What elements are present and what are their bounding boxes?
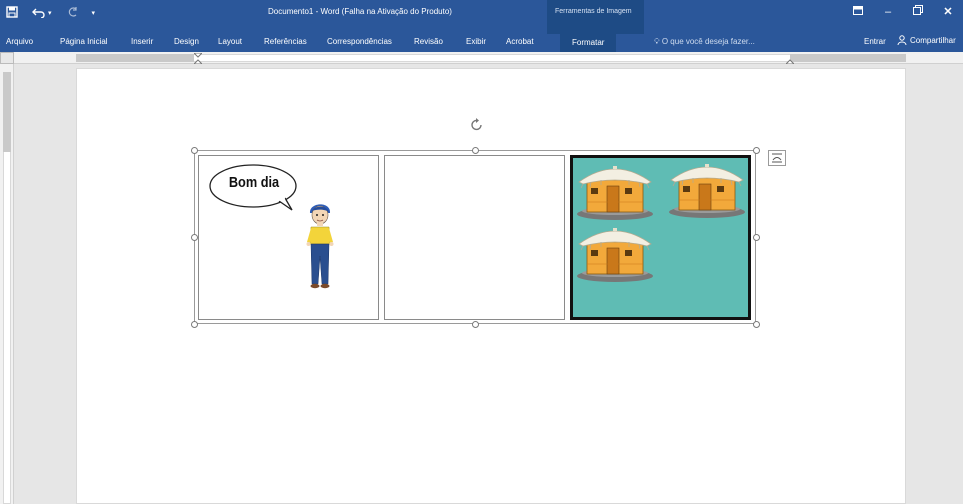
resize-handle-bottom-left[interactable]: [191, 321, 198, 328]
tab-formatar[interactable]: Formatar: [560, 34, 617, 52]
comic-panel-1[interactable]: Bom dia: [198, 155, 379, 320]
restore-icon[interactable]: [903, 2, 933, 22]
tell-me-placeholder: O que você deseja fazer...: [661, 37, 755, 46]
resize-handle-top-left[interactable]: [191, 147, 198, 154]
tab-revisao[interactable]: Revisão: [414, 37, 443, 46]
tab-referencias[interactable]: Referências: [264, 37, 307, 46]
undo-icon[interactable]: [32, 4, 46, 24]
resize-handle-top-right[interactable]: [753, 147, 760, 154]
context-tab-group-bg: [547, 0, 644, 34]
tab-exibir[interactable]: Exibir: [466, 37, 486, 46]
resize-handle-bottom[interactable]: [472, 321, 479, 328]
speech-bubble-text: Bom dia: [228, 174, 280, 191]
horizontal-ruler[interactable]: [0, 52, 963, 64]
tab-arquivo[interactable]: Arquivo: [6, 37, 33, 46]
rotate-handle-icon[interactable]: [470, 118, 484, 132]
hut-icon: [668, 163, 746, 219]
ruler-left-margin: [76, 54, 194, 62]
tab-selector[interactable]: [0, 52, 14, 64]
save-icon[interactable]: [6, 4, 18, 24]
resize-handle-bottom-right[interactable]: [753, 321, 760, 328]
hut-icon: [576, 165, 654, 221]
ribbon-tabs: Arquivo Página Inicial Inserir Design La…: [0, 34, 963, 52]
layout-options-icon: [772, 153, 782, 163]
hut-icon: [576, 227, 654, 283]
ruler-right-margin: [790, 54, 906, 62]
tab-layout[interactable]: Layout: [218, 37, 242, 46]
vertical-ruler[interactable]: [0, 64, 14, 504]
tab-pagina-inicial[interactable]: Página Inicial: [60, 37, 108, 46]
customize-qat-icon[interactable]: ▾: [92, 4, 96, 24]
sign-in-link[interactable]: Entrar: [864, 37, 886, 46]
comic-panel-2[interactable]: [384, 155, 565, 320]
resize-handle-left[interactable]: [191, 234, 198, 241]
indent-marker-icon[interactable]: [194, 53, 202, 64]
share-label: Compartilhar: [910, 35, 956, 45]
resize-handle-right[interactable]: [753, 234, 760, 241]
tell-me-box[interactable]: 💡︎ O que você deseja fazer...: [654, 37, 755, 47]
resize-handle-top[interactable]: [472, 147, 479, 154]
boy-character-icon: [306, 204, 334, 289]
tab-design[interactable]: Design: [174, 37, 199, 46]
person-icon: [897, 35, 907, 45]
title-bar: ▾ ▾ Documento1 - Word (Falha na Ativação…: [0, 0, 963, 34]
right-indent-marker-icon[interactable]: [786, 53, 794, 64]
minimize-icon[interactable]: –: [873, 2, 903, 22]
window-controls: – ✕: [843, 2, 963, 22]
village-huts-scene: [576, 163, 746, 283]
context-tab-group-label: Ferramentas de Imagem: [555, 8, 632, 15]
share-button[interactable]: Compartilhar: [897, 35, 956, 45]
close-icon[interactable]: ✕: [933, 2, 963, 22]
layout-options-button[interactable]: [768, 150, 786, 166]
comic-panel-3[interactable]: [570, 155, 751, 320]
ruler-top-margin: [3, 72, 11, 152]
tab-inserir[interactable]: Inserir: [131, 37, 153, 46]
ribbon-display-options-icon[interactable]: [843, 2, 873, 22]
tab-acrobat[interactable]: Acrobat: [506, 37, 534, 46]
undo-dropdown-icon[interactable]: ▾: [48, 4, 52, 24]
redo-icon[interactable]: [66, 4, 78, 24]
quick-access-toolbar: ▾ ▾: [6, 4, 95, 24]
tab-correspondencias[interactable]: Correspondências: [327, 37, 392, 46]
lightbulb-icon: 💡︎: [654, 37, 660, 46]
window-title: Documento1 - Word (Falha na Ativação do …: [268, 7, 452, 16]
